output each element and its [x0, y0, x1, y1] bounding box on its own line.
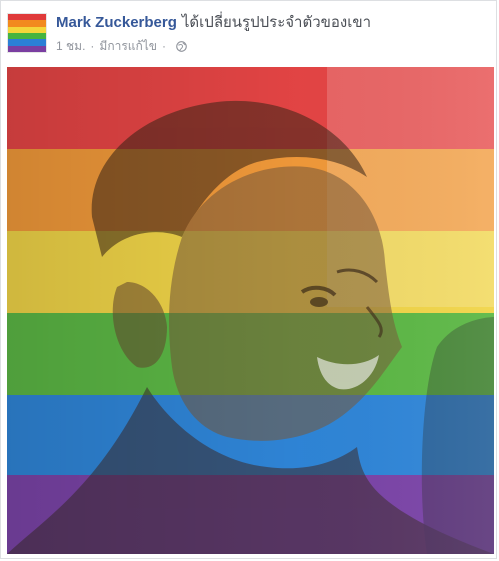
author-name-link[interactable]: Mark Zuckerberg: [56, 14, 177, 31]
edited-link[interactable]: มีการแก้ไข: [99, 38, 157, 54]
avatar[interactable]: [7, 13, 47, 53]
post-header: Mark Zuckerberg ได้เปลี่ยนรูปประจำตัวของเ…: [1, 1, 496, 61]
timestamp-link[interactable]: 1 ชม.: [56, 38, 85, 54]
meta-separator-2: ·: [162, 39, 167, 53]
post-action-text: ได้เปลี่ยนรูปประจำตัวของเขา: [181, 14, 372, 31]
profile-photo-image: [7, 67, 494, 554]
post-meta: 1 ชม. · มีการแก้ไข ·: [56, 38, 187, 54]
globe-icon[interactable]: [176, 40, 187, 52]
profile-photo[interactable]: [7, 67, 494, 554]
meta-separator: ·: [90, 39, 95, 53]
post-card: Mark Zuckerberg ได้เปลี่ยนรูปประจำตัวของเ…: [0, 0, 497, 559]
post-title: Mark Zuckerberg ได้เปลี่ยนรูปประจำตัวของเ…: [56, 13, 371, 33]
